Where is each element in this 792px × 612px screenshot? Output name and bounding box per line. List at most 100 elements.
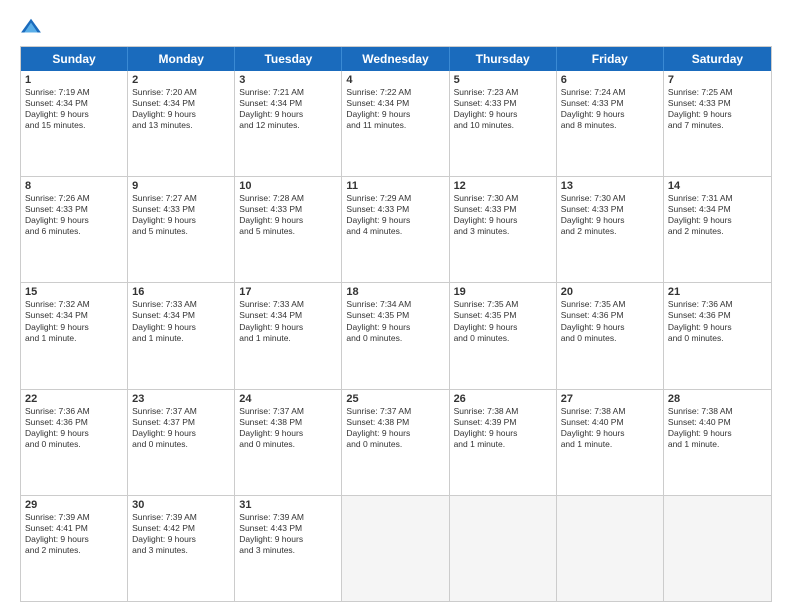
- calendar-cell-2: 2Sunrise: 7:20 AM Sunset: 4:34 PM Daylig…: [128, 71, 235, 176]
- calendar-row-4: 29Sunrise: 7:39 AM Sunset: 4:41 PM Dayli…: [21, 496, 771, 601]
- cell-info: Sunrise: 7:30 AM Sunset: 4:33 PM Dayligh…: [561, 193, 659, 237]
- calendar-cell-26: 26Sunrise: 7:38 AM Sunset: 4:39 PM Dayli…: [450, 390, 557, 495]
- day-number: 19: [454, 286, 552, 298]
- calendar-cell-empty: [450, 496, 557, 601]
- cell-info: Sunrise: 7:19 AM Sunset: 4:34 PM Dayligh…: [25, 87, 123, 131]
- calendar-cell-5: 5Sunrise: 7:23 AM Sunset: 4:33 PM Daylig…: [450, 71, 557, 176]
- day-number: 29: [25, 499, 123, 511]
- cell-info: Sunrise: 7:32 AM Sunset: 4:34 PM Dayligh…: [25, 299, 123, 343]
- calendar-cell-27: 27Sunrise: 7:38 AM Sunset: 4:40 PM Dayli…: [557, 390, 664, 495]
- day-number: 1: [25, 74, 123, 86]
- calendar-row-0: 1Sunrise: 7:19 AM Sunset: 4:34 PM Daylig…: [21, 71, 771, 177]
- day-number: 25: [346, 393, 444, 405]
- calendar-cell-1: 1Sunrise: 7:19 AM Sunset: 4:34 PM Daylig…: [21, 71, 128, 176]
- calendar-cell-31: 31Sunrise: 7:39 AM Sunset: 4:43 PM Dayli…: [235, 496, 342, 601]
- cell-info: Sunrise: 7:36 AM Sunset: 4:36 PM Dayligh…: [668, 299, 767, 343]
- day-number: 16: [132, 286, 230, 298]
- header-day-friday: Friday: [557, 47, 664, 71]
- cell-info: Sunrise: 7:39 AM Sunset: 4:43 PM Dayligh…: [239, 512, 337, 556]
- calendar-cell-7: 7Sunrise: 7:25 AM Sunset: 4:33 PM Daylig…: [664, 71, 771, 176]
- calendar-cell-empty: [342, 496, 449, 601]
- cell-info: Sunrise: 7:34 AM Sunset: 4:35 PM Dayligh…: [346, 299, 444, 343]
- day-number: 24: [239, 393, 337, 405]
- cell-info: Sunrise: 7:28 AM Sunset: 4:33 PM Dayligh…: [239, 193, 337, 237]
- calendar-cell-17: 17Sunrise: 7:33 AM Sunset: 4:34 PM Dayli…: [235, 283, 342, 388]
- day-number: 2: [132, 74, 230, 86]
- day-number: 7: [668, 74, 767, 86]
- cell-info: Sunrise: 7:21 AM Sunset: 4:34 PM Dayligh…: [239, 87, 337, 131]
- cell-info: Sunrise: 7:33 AM Sunset: 4:34 PM Dayligh…: [239, 299, 337, 343]
- day-number: 26: [454, 393, 552, 405]
- logo-icon: [20, 16, 42, 38]
- calendar-cell-18: 18Sunrise: 7:34 AM Sunset: 4:35 PM Dayli…: [342, 283, 449, 388]
- day-number: 27: [561, 393, 659, 405]
- logo: [20, 16, 46, 38]
- cell-info: Sunrise: 7:24 AM Sunset: 4:33 PM Dayligh…: [561, 87, 659, 131]
- header-day-monday: Monday: [128, 47, 235, 71]
- cell-info: Sunrise: 7:38 AM Sunset: 4:40 PM Dayligh…: [561, 406, 659, 450]
- calendar-row-3: 22Sunrise: 7:36 AM Sunset: 4:36 PM Dayli…: [21, 390, 771, 496]
- day-number: 23: [132, 393, 230, 405]
- cell-info: Sunrise: 7:37 AM Sunset: 4:38 PM Dayligh…: [346, 406, 444, 450]
- calendar-cell-23: 23Sunrise: 7:37 AM Sunset: 4:37 PM Dayli…: [128, 390, 235, 495]
- cell-info: Sunrise: 7:31 AM Sunset: 4:34 PM Dayligh…: [668, 193, 767, 237]
- cell-info: Sunrise: 7:36 AM Sunset: 4:36 PM Dayligh…: [25, 406, 123, 450]
- cell-info: Sunrise: 7:30 AM Sunset: 4:33 PM Dayligh…: [454, 193, 552, 237]
- calendar-header: SundayMondayTuesdayWednesdayThursdayFrid…: [21, 47, 771, 71]
- calendar-cell-24: 24Sunrise: 7:37 AM Sunset: 4:38 PM Dayli…: [235, 390, 342, 495]
- calendar-cell-29: 29Sunrise: 7:39 AM Sunset: 4:41 PM Dayli…: [21, 496, 128, 601]
- calendar-cell-empty: [664, 496, 771, 601]
- cell-info: Sunrise: 7:33 AM Sunset: 4:34 PM Dayligh…: [132, 299, 230, 343]
- calendar-cell-8: 8Sunrise: 7:26 AM Sunset: 4:33 PM Daylig…: [21, 177, 128, 282]
- cell-info: Sunrise: 7:38 AM Sunset: 4:39 PM Dayligh…: [454, 406, 552, 450]
- page: SundayMondayTuesdayWednesdayThursdayFrid…: [0, 0, 792, 612]
- calendar-cell-19: 19Sunrise: 7:35 AM Sunset: 4:35 PM Dayli…: [450, 283, 557, 388]
- day-number: 18: [346, 286, 444, 298]
- calendar-cell-25: 25Sunrise: 7:37 AM Sunset: 4:38 PM Dayli…: [342, 390, 449, 495]
- day-number: 3: [239, 74, 337, 86]
- header: [20, 16, 772, 38]
- calendar-cell-empty: [557, 496, 664, 601]
- calendar-cell-4: 4Sunrise: 7:22 AM Sunset: 4:34 PM Daylig…: [342, 71, 449, 176]
- calendar-row-2: 15Sunrise: 7:32 AM Sunset: 4:34 PM Dayli…: [21, 283, 771, 389]
- header-day-wednesday: Wednesday: [342, 47, 449, 71]
- day-number: 13: [561, 180, 659, 192]
- calendar-cell-28: 28Sunrise: 7:38 AM Sunset: 4:40 PM Dayli…: [664, 390, 771, 495]
- day-number: 10: [239, 180, 337, 192]
- cell-info: Sunrise: 7:20 AM Sunset: 4:34 PM Dayligh…: [132, 87, 230, 131]
- calendar-cell-30: 30Sunrise: 7:39 AM Sunset: 4:42 PM Dayli…: [128, 496, 235, 601]
- calendar-cell-14: 14Sunrise: 7:31 AM Sunset: 4:34 PM Dayli…: [664, 177, 771, 282]
- day-number: 14: [668, 180, 767, 192]
- header-day-sunday: Sunday: [21, 47, 128, 71]
- day-number: 8: [25, 180, 123, 192]
- calendar-cell-12: 12Sunrise: 7:30 AM Sunset: 4:33 PM Dayli…: [450, 177, 557, 282]
- day-number: 15: [25, 286, 123, 298]
- cell-info: Sunrise: 7:27 AM Sunset: 4:33 PM Dayligh…: [132, 193, 230, 237]
- calendar-cell-15: 15Sunrise: 7:32 AM Sunset: 4:34 PM Dayli…: [21, 283, 128, 388]
- day-number: 12: [454, 180, 552, 192]
- day-number: 20: [561, 286, 659, 298]
- cell-info: Sunrise: 7:37 AM Sunset: 4:38 PM Dayligh…: [239, 406, 337, 450]
- day-number: 5: [454, 74, 552, 86]
- header-day-thursday: Thursday: [450, 47, 557, 71]
- calendar-row-1: 8Sunrise: 7:26 AM Sunset: 4:33 PM Daylig…: [21, 177, 771, 283]
- calendar-cell-9: 9Sunrise: 7:27 AM Sunset: 4:33 PM Daylig…: [128, 177, 235, 282]
- day-number: 9: [132, 180, 230, 192]
- calendar-cell-6: 6Sunrise: 7:24 AM Sunset: 4:33 PM Daylig…: [557, 71, 664, 176]
- day-number: 6: [561, 74, 659, 86]
- calendar-body: 1Sunrise: 7:19 AM Sunset: 4:34 PM Daylig…: [21, 71, 771, 601]
- day-number: 21: [668, 286, 767, 298]
- calendar-cell-22: 22Sunrise: 7:36 AM Sunset: 4:36 PM Dayli…: [21, 390, 128, 495]
- cell-info: Sunrise: 7:38 AM Sunset: 4:40 PM Dayligh…: [668, 406, 767, 450]
- cell-info: Sunrise: 7:22 AM Sunset: 4:34 PM Dayligh…: [346, 87, 444, 131]
- day-number: 30: [132, 499, 230, 511]
- day-number: 11: [346, 180, 444, 192]
- cell-info: Sunrise: 7:26 AM Sunset: 4:33 PM Dayligh…: [25, 193, 123, 237]
- calendar-cell-11: 11Sunrise: 7:29 AM Sunset: 4:33 PM Dayli…: [342, 177, 449, 282]
- cell-info: Sunrise: 7:29 AM Sunset: 4:33 PM Dayligh…: [346, 193, 444, 237]
- calendar-cell-10: 10Sunrise: 7:28 AM Sunset: 4:33 PM Dayli…: [235, 177, 342, 282]
- day-number: 31: [239, 499, 337, 511]
- calendar-cell-20: 20Sunrise: 7:35 AM Sunset: 4:36 PM Dayli…: [557, 283, 664, 388]
- header-day-tuesday: Tuesday: [235, 47, 342, 71]
- day-number: 17: [239, 286, 337, 298]
